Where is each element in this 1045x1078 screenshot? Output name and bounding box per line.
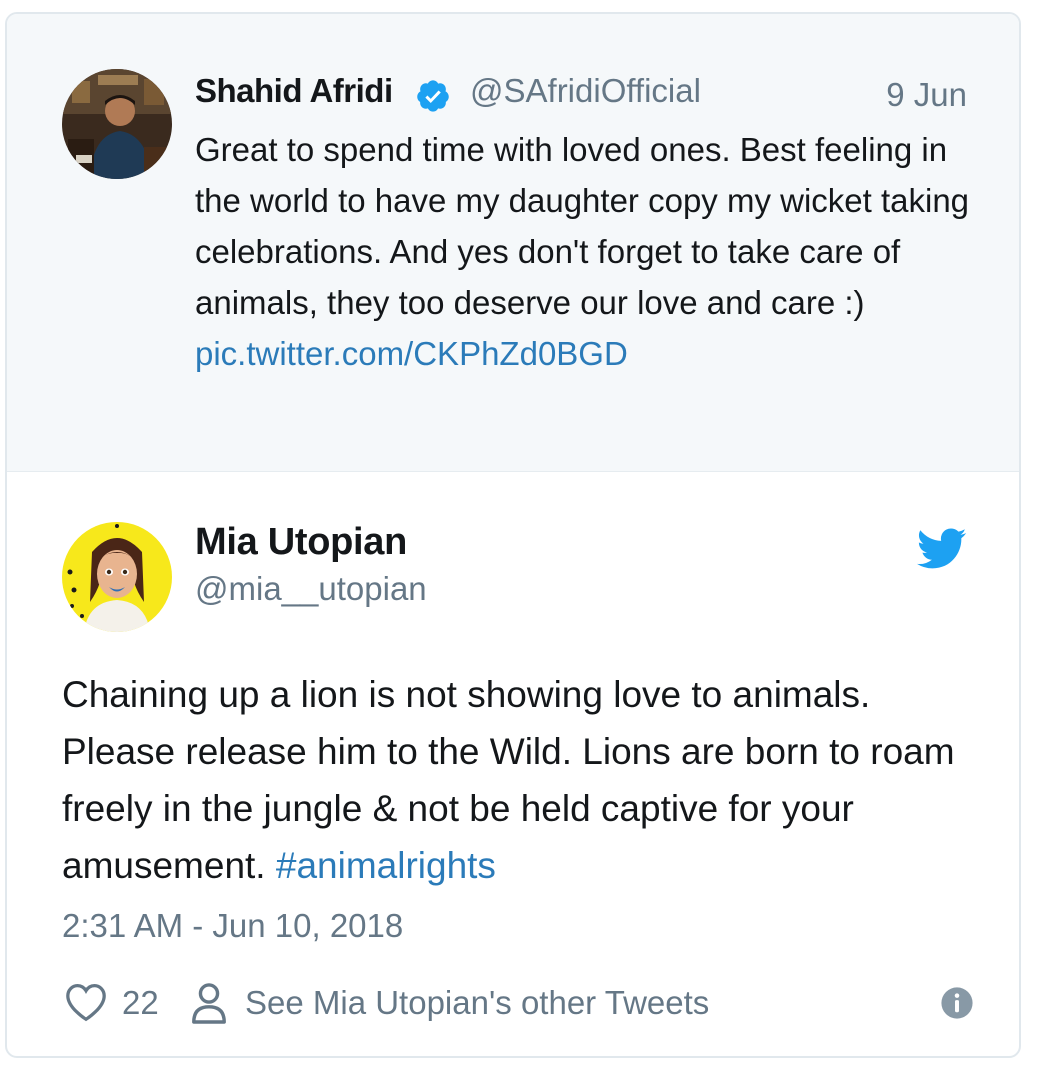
hashtag-link[interactable]: #animalrights	[276, 845, 496, 886]
quoted-tweet-date[interactable]: 9 Jun	[886, 76, 967, 114]
quoted-tweet-pic-link[interactable]: pic.twitter.com/CKPhZd0BGD	[195, 335, 628, 372]
afridi-avatar[interactable]	[62, 69, 172, 179]
see-other-tweets-link[interactable]: See Mia Utopian's other Tweets	[245, 984, 709, 1022]
quoted-author-handle[interactable]: @SAfridiOfficial	[470, 72, 701, 110]
quoted-tweet-body: Great to spend time with loved ones. Bes…	[195, 131, 970, 321]
quoted-author-name[interactable]: Shahid Afridi	[195, 72, 393, 110]
info-icon[interactable]	[940, 986, 974, 1020]
person-icon	[192, 983, 226, 1024]
like-count[interactable]: 22	[122, 984, 159, 1022]
tweet-timestamp[interactable]: 2:31 AM - Jun 10, 2018	[62, 907, 403, 945]
heart-icon[interactable]	[64, 982, 108, 1022]
quoted-tweet-text: Great to spend time with loved ones. Bes…	[195, 124, 985, 379]
tweet-body: Chaining up a lion is not showing love t…	[62, 674, 955, 886]
quoted-tweet[interactable]: Shahid Afridi @SAfridiOfficial 9 Jun Gre…	[7, 14, 1019, 472]
tweet-actions: 22 See Mia Utopian's other Tweets	[62, 980, 982, 1026]
tweet-author-handle[interactable]: @mia__utopian	[195, 570, 427, 608]
tweet-author-name[interactable]: Mia Utopian	[195, 521, 407, 564]
tweet-text: Chaining up a lion is not showing love t…	[62, 666, 982, 894]
mia-avatar[interactable]	[62, 522, 172, 632]
twitter-bird-icon[interactable]	[917, 528, 967, 570]
verified-badge-icon	[417, 80, 449, 112]
embedded-tweet-card: Shahid Afridi @SAfridiOfficial 9 Jun Gre…	[5, 12, 1021, 1058]
